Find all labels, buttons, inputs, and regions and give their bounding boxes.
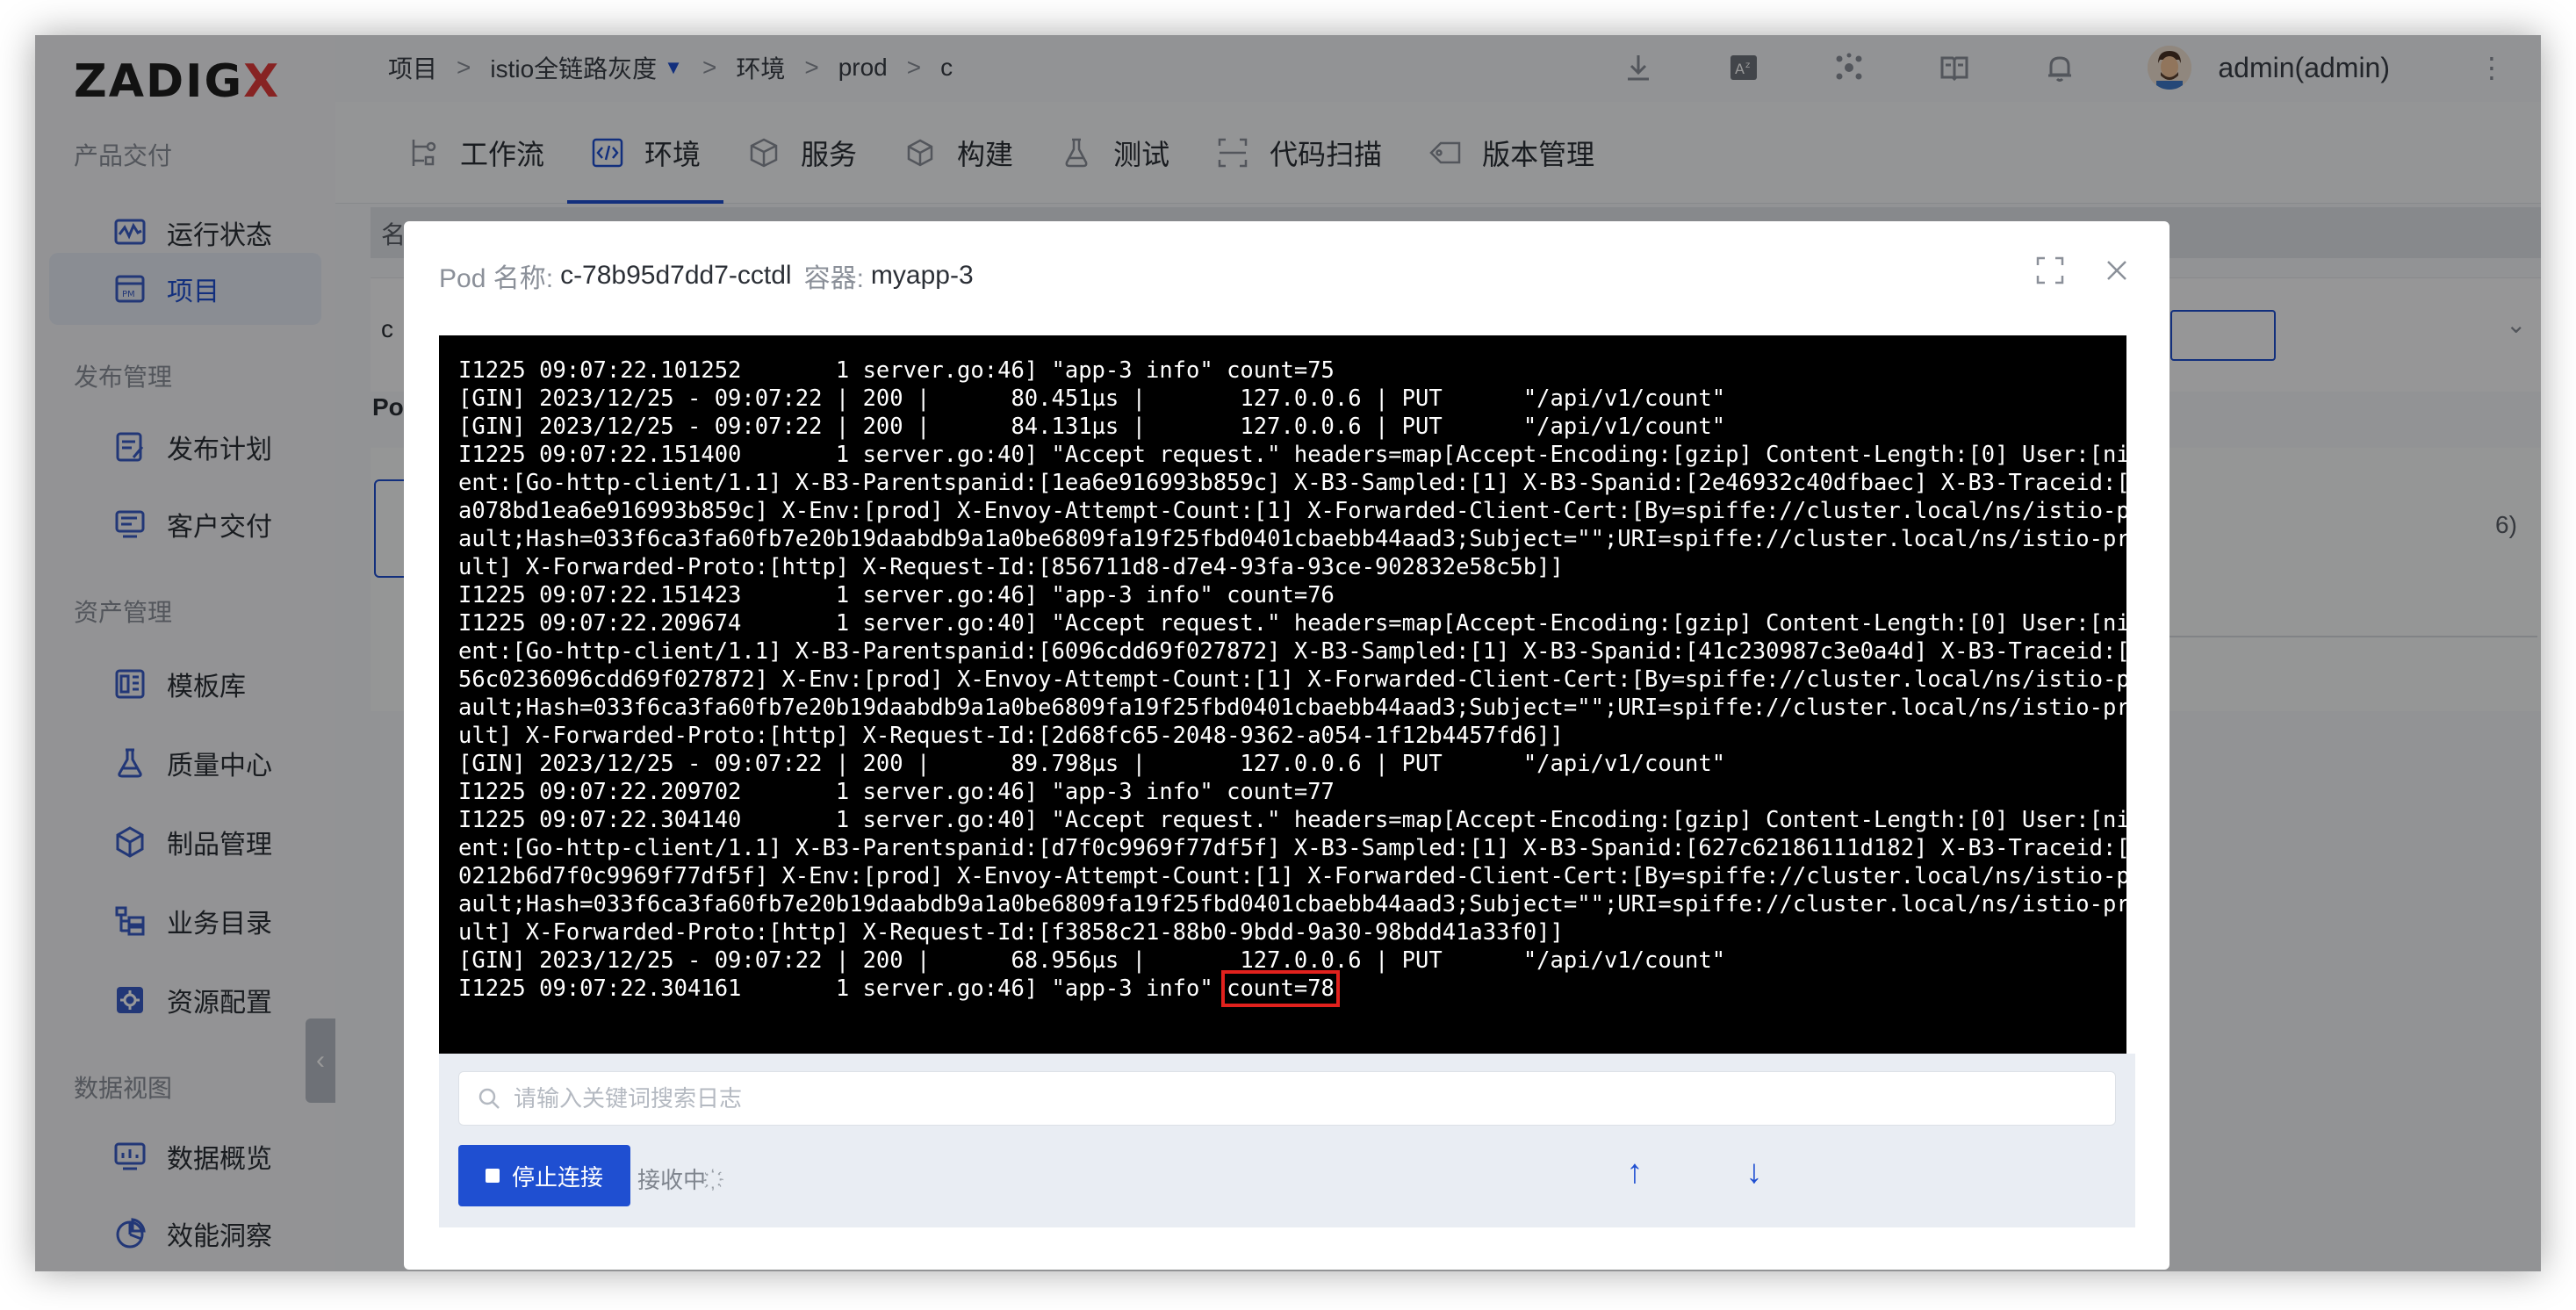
container-value: myapp-3 — [870, 261, 974, 290]
receiving-status: 接收中 ҉ — [637, 1162, 713, 1195]
log-line: a078bd1ea6e916993b859c] X-Env:[prod] X-E… — [458, 498, 2126, 524]
fullscreen-icon[interactable] — [2033, 253, 2068, 288]
log-line: ent:[Go-http-client/1.1] X-B3-Parentspan… — [458, 835, 2126, 861]
highlighted-count: count=78 — [1221, 970, 1340, 1007]
log-line: I1225 09:07:22.101252 1 server.go:46] "a… — [458, 357, 1335, 384]
stop-icon — [485, 1169, 500, 1183]
log-line: [GIN] 2023/12/25 - 09:07:22 | 200 | 84.1… — [458, 414, 1726, 440]
pod-log-dialog: Pod 名称: c-78b95d7dd7-cctdl 容器: myapp-3 I… — [404, 221, 2169, 1270]
log-terminal[interactable]: I1225 09:07:22.101252 1 server.go:46] "a… — [439, 335, 2126, 1062]
log-search-box[interactable] — [458, 1071, 2116, 1126]
log-line: ault;Hash=033f6ca3fa60fb7e20b19daabdb9a1… — [458, 695, 2126, 721]
log-line: ent:[Go-http-client/1.1] X-B3-Parentspan… — [458, 638, 2126, 665]
log-line-latest: I1225 09:07:22.304161 1 server.go:46] "a… — [458, 970, 2109, 1007]
pod-name-key: Pod 名称: — [439, 264, 554, 293]
log-line: I1225 09:07:22.209702 1 server.go:46] "a… — [458, 779, 1335, 805]
stop-button-label: 停止连接 — [511, 1163, 603, 1191]
log-search-input[interactable] — [514, 1084, 2115, 1112]
log-line: ault;Hash=033f6ca3fa60fb7e20b19daabdb9a1… — [458, 526, 2126, 552]
log-line: I1225 09:07:22.209674 1 server.go:40] "A… — [458, 610, 2126, 637]
log-line: I1225 09:07:22.151423 1 server.go:46] "a… — [458, 582, 1335, 608]
log-line: I1225 09:07:22.151400 1 server.go:40] "A… — [458, 442, 2126, 468]
receiving-label: 接收中 — [637, 1167, 707, 1193]
stop-connection-button[interactable]: 停止连接 — [458, 1145, 630, 1206]
search-icon — [477, 1086, 501, 1111]
log-line: [GIN] 2023/12/25 - 09:07:22 | 200 | 80.4… — [458, 385, 1726, 412]
pod-name-value: c-78b95d7dd7-cctdl — [560, 261, 792, 290]
log-line: 0212b6d7f0c9969f77df5f] X-Env:[prod] X-E… — [458, 863, 2126, 889]
log-line-prefix: I1225 09:07:22.304161 1 server.go:46] "a… — [458, 975, 1227, 1002]
app-window: ZADIG X 产品交付 运行状态 PM 项目 发布管理 发布计划 客户交付 资… — [35, 35, 2541, 1271]
scroll-bottom-button[interactable]: ↓ — [1737, 1150, 1772, 1194]
log-line: ult] X-Forwarded-Proto:[http] X-Request-… — [458, 723, 1564, 749]
log-line: ent:[Go-http-client/1.1] X-B3-Parentspan… — [458, 470, 2126, 496]
dialog-title: Pod 名称: c-78b95d7dd7-cctdl 容器: myapp-3 — [439, 256, 986, 295]
log-line: ult] X-Forwarded-Proto:[http] X-Request-… — [458, 554, 1564, 580]
log-lines: I1225 09:07:22.101252 1 server.go:46] "a… — [458, 356, 2126, 975]
log-line: I1225 09:07:22.304140 1 server.go:40] "A… — [458, 807, 2126, 833]
close-icon[interactable] — [2099, 253, 2134, 288]
dialog-actions — [2001, 253, 2134, 288]
scroll-top-button[interactable]: ↑ — [1617, 1150, 1652, 1194]
log-line: ault;Hash=033f6ca3fa60fb7e20b19daabdb9a1… — [458, 891, 2126, 918]
log-line: [GIN] 2023/12/25 - 09:07:22 | 200 | 68.9… — [458, 947, 1726, 974]
log-line: ult] X-Forwarded-Proto:[http] X-Request-… — [458, 919, 1564, 946]
log-line: [GIN] 2023/12/25 - 09:07:22 | 200 | 89.7… — [458, 751, 1726, 777]
container-key: 容器: — [803, 264, 864, 293]
log-line: 56c0236096cdd69f027872] X-Env:[prod] X-E… — [458, 666, 2126, 693]
log-controls: 停止连接 接收中 ҉ ↑ ↓ — [439, 1054, 2135, 1227]
